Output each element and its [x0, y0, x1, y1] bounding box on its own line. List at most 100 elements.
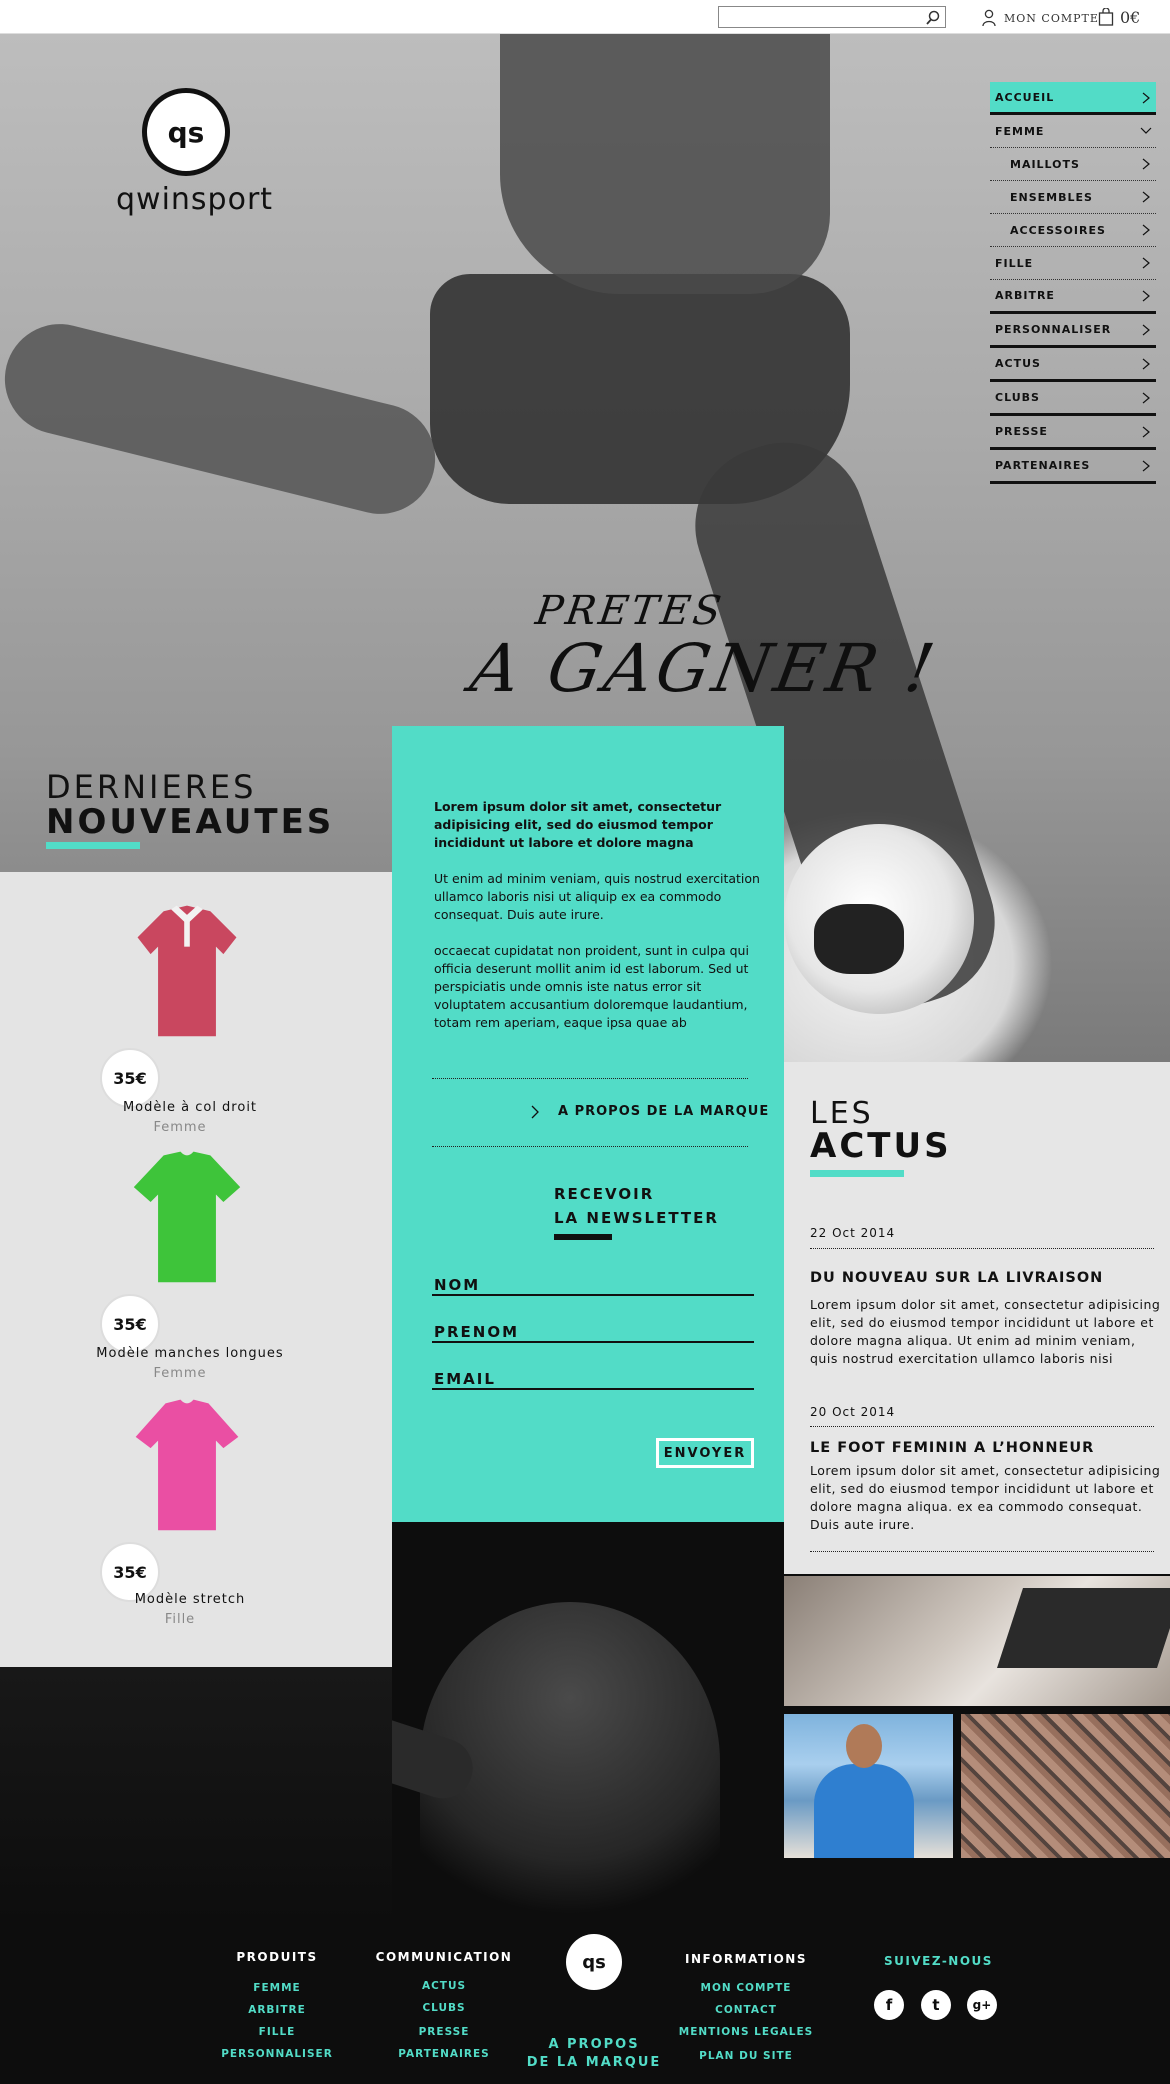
footer-heading: INFORMATIONS [685, 1952, 807, 1966]
chevron-right-icon [1142, 92, 1150, 104]
search-icon[interactable] [925, 10, 941, 26]
chevron-right-icon [1142, 392, 1150, 404]
news-body: Lorem ipsum dolor sit amet, consectetur … [810, 1463, 1161, 1532]
footer-link[interactable]: PRESSE [374, 2026, 514, 2038]
google-plus-icon[interactable]: g+ [967, 1990, 997, 2020]
nav-item-presse[interactable]: PRESSE [990, 416, 1156, 450]
footer-link[interactable]: MON COMPTE [676, 1982, 816, 1994]
footer-link[interactable]: CONTACT [676, 2004, 816, 2016]
news-body: Lorem ipsum dolor sit amet, consectetur … [810, 1297, 1161, 1366]
face-shape [846, 1724, 882, 1768]
footer-link[interactable]: ARBITRE [214, 2004, 340, 2016]
footer-link[interactable]: MENTIONS LEGALES [676, 2026, 816, 2038]
football-panel-shape [814, 904, 904, 974]
footer-heading: PRODUITS [236, 1950, 318, 1964]
divider [810, 1248, 1154, 1249]
brand-lead-text: Lorem ipsum dolor sit amet, consectetur … [434, 799, 722, 850]
brand-logo[interactable]: qs [142, 88, 230, 176]
product-name[interactable]: Modèle à col droit [60, 1100, 320, 1115]
nav-item-personnaliser[interactable]: PERSONNALISER [990, 314, 1156, 348]
footer-col-informations: INFORMATIONS MON COMPTE CONTACT MENTIONS… [676, 1952, 816, 2062]
nav-item-accueil[interactable]: ACCUEIL [990, 82, 1156, 115]
nav-item-clubs[interactable]: CLUBS [990, 382, 1156, 416]
nav-item-femme[interactable]: FEMME [990, 115, 1156, 148]
chevron-right-icon [531, 1105, 539, 1118]
news-title[interactable]: DU NOUVEAU SUR LA LIVRAISON [810, 1270, 1166, 1286]
dark-left-fill [0, 1667, 392, 1922]
footer-link[interactable]: CLUBS [374, 2002, 514, 2014]
footer-link[interactable]: PERSONNALISER [214, 2048, 340, 2060]
footer-heading: COMMUNICATION [375, 1950, 513, 1964]
nav-item-arbitre[interactable]: ARBITRE [990, 280, 1156, 314]
chevron-right-icon [1142, 426, 1150, 438]
account-link[interactable]: MON COMPTE [982, 7, 1099, 29]
chevron-right-icon [1142, 224, 1150, 236]
divider [432, 1146, 748, 1147]
laptop-shape [997, 1588, 1170, 1668]
chevron-right-icon [1142, 257, 1150, 269]
hero-title-line1: PRETES [532, 588, 727, 634]
news-date: 20 Oct 2014 [810, 1405, 896, 1419]
account-label: MON COMPTE [1004, 11, 1099, 25]
prenom-field[interactable]: PRENOM [432, 1319, 754, 1343]
nav-item-maillots[interactable]: MAILLOTS [990, 148, 1156, 181]
chevron-down-icon [1140, 127, 1152, 134]
news-title-bold: ACTUS [810, 1126, 952, 1166]
nav-item-ensembles[interactable]: ENSEMBLES [990, 181, 1156, 214]
email-field[interactable]: EMAIL [432, 1366, 754, 1390]
footer-link[interactable]: PARTENAIRES [374, 2048, 514, 2060]
cart-link[interactable]: 0€ [1098, 6, 1140, 28]
twitter-icon[interactable]: t [921, 1990, 951, 2020]
heading-accent-bar [46, 842, 140, 849]
footer-col-communication: COMMUNICATION ACTUS CLUBS PRESSE PARTENA… [374, 1950, 514, 2060]
product-name[interactable]: Modèle stretch [60, 1592, 320, 1607]
player-portrait-photo[interactable] [784, 1714, 953, 1858]
facebook-icon[interactable]: f [874, 1990, 904, 2020]
chevron-right-icon [1142, 324, 1150, 336]
footer-col-produits: PRODUITS FEMME ARBITRE FILLE PERSONNALIS… [214, 1950, 340, 2060]
brand-name[interactable]: qwinsport [116, 182, 272, 217]
about-brand-label: A PROPOS DE LA MARQUE [558, 1104, 770, 1119]
divider [432, 1078, 748, 1079]
divider [810, 1426, 1154, 1427]
new-products-title-light: DERNIERES [46, 768, 257, 806]
footer-logo[interactable]: qs [566, 1934, 622, 1990]
nav-item-accessoires[interactable]: ACCESSOIRES [990, 214, 1156, 247]
footer-link[interactable]: FEMME [214, 1982, 340, 1994]
product-card[interactable]: 35€ Modèle stretch Fille [0, 1366, 392, 1627]
brand-paragraph-1: Ut enim ad minim veniam, quis nostrud ex… [434, 871, 760, 922]
send-button[interactable]: ENVOYER [656, 1438, 754, 1468]
newsletter-accent-bar [554, 1234, 612, 1240]
player-torso-shape [500, 34, 830, 294]
chevron-right-icon [1142, 158, 1150, 170]
cart-total: 0€ [1120, 7, 1141, 27]
user-icon [982, 9, 996, 27]
footer-link[interactable]: FILLE [214, 2026, 340, 2038]
chevron-right-icon [1142, 358, 1150, 370]
stretch-shirt-image[interactable] [122, 1394, 252, 1534]
price-badge: 35€ [100, 1294, 160, 1354]
product-card[interactable]: 35€ Modèle manches longues Femme [0, 1118, 392, 1381]
news-title[interactable]: LE FOOT FEMININ A L’HONNEUR [810, 1440, 1166, 1456]
new-products-title-bold: NOUVEAUTES [46, 802, 335, 842]
search-input[interactable] [718, 6, 946, 28]
polo-shirt-image[interactable] [122, 900, 252, 1040]
newsletter-title: RECEVOIR LA NEWSLETTER [554, 1185, 719, 1227]
footer-link[interactable]: PLAN DU SITE [676, 2050, 816, 2062]
product-card[interactable]: 35€ Modèle à col droit Femme [0, 872, 392, 1135]
about-brand-link[interactable]: A PROPOS DE LA MARQUE [530, 1104, 769, 1119]
nav-item-fille[interactable]: FILLE [990, 247, 1156, 280]
follow-us-label: SUIVEZ-NOUS [884, 1954, 993, 1968]
jersey-shape [814, 1764, 914, 1858]
product-name[interactable]: Modèle manches longues [60, 1346, 320, 1361]
news-accent-bar [810, 1170, 904, 1177]
nav-item-actus[interactable]: ACTUS [990, 348, 1156, 382]
footer-link[interactable]: ACTUS [374, 1980, 514, 1992]
tshirt-image[interactable] [122, 1146, 252, 1286]
nav-item-partenaires[interactable]: PARTENAIRES [990, 450, 1156, 484]
nom-field[interactable]: NOM [432, 1272, 754, 1296]
fabric-photo[interactable] [961, 1714, 1170, 1858]
chevron-right-icon [1142, 191, 1150, 203]
footer-about-link[interactable]: A PROPOS DE LA MARQUE [524, 2036, 664, 2072]
chevron-right-icon [1142, 290, 1150, 302]
